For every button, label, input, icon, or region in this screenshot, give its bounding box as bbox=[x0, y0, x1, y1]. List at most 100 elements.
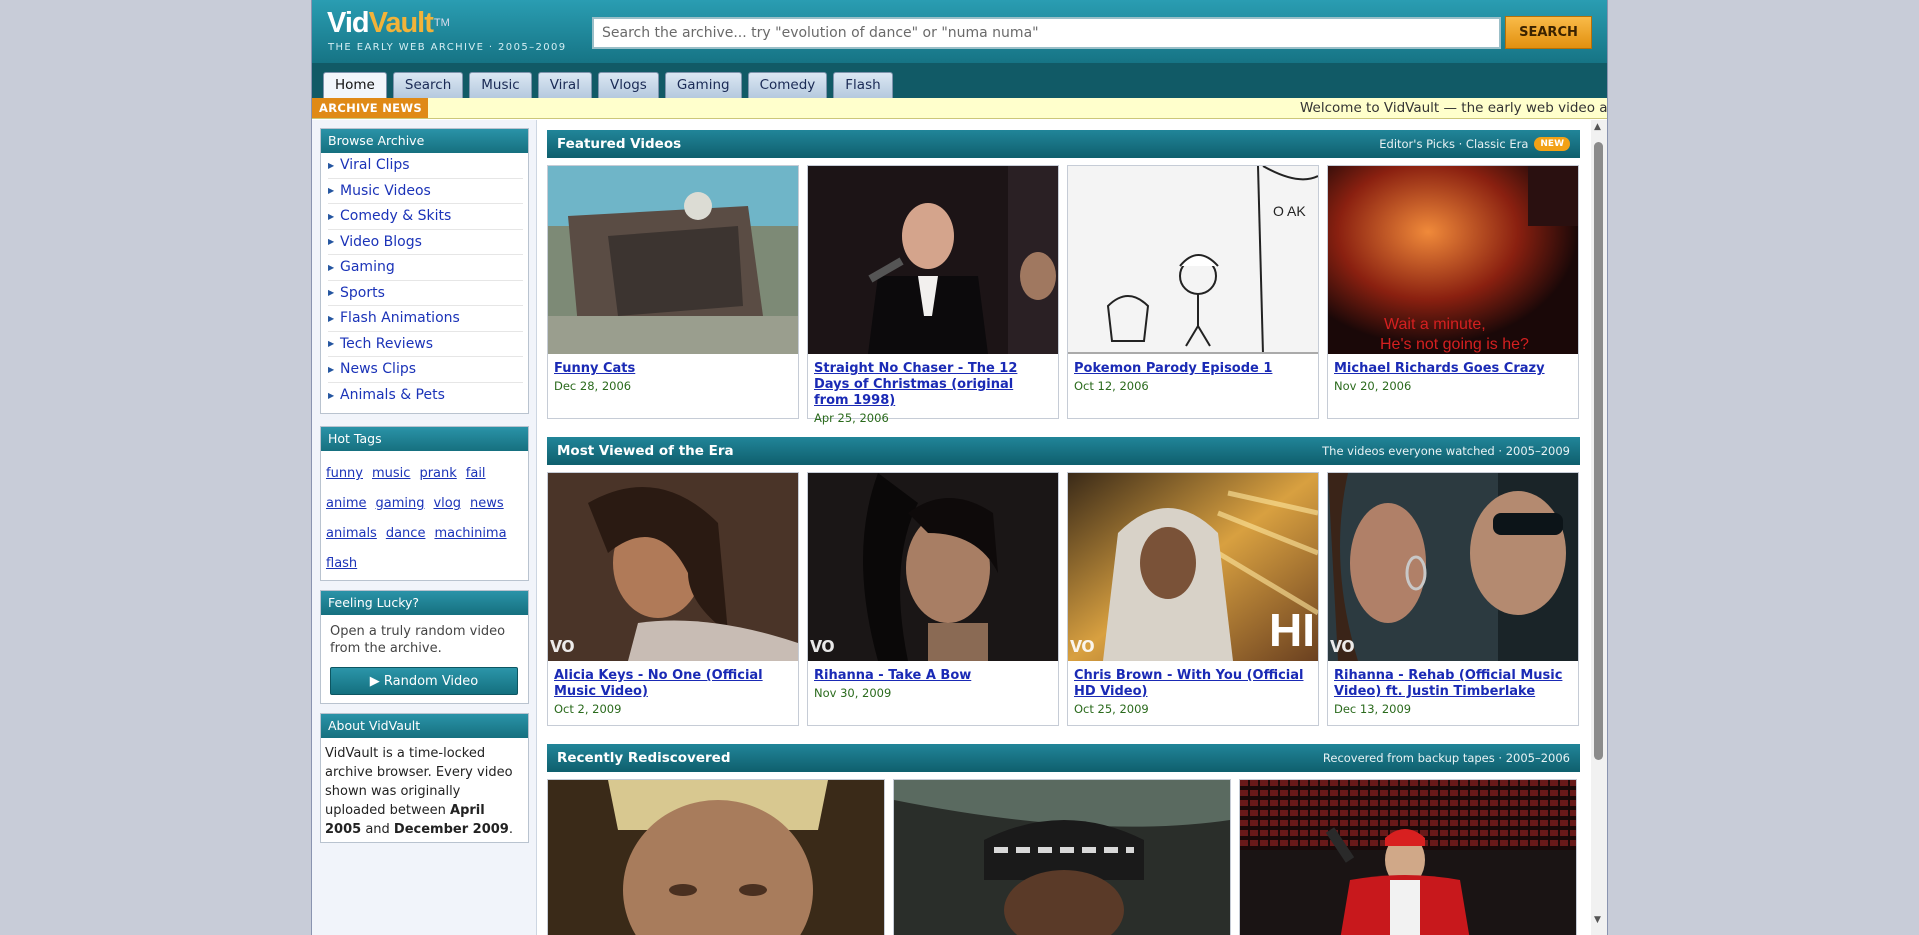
tag-link[interactable]: machinima bbox=[434, 519, 506, 549]
video-card[interactable]: O AK Pokemon Parody Episode 1 Oct 12, 20… bbox=[1067, 165, 1319, 419]
tag-link[interactable]: gaming bbox=[375, 489, 424, 519]
main-scrollbar[interactable]: ▲ ▼ bbox=[1591, 120, 1607, 935]
video-card[interactable] bbox=[893, 779, 1231, 935]
arrow-right-icon: ▶ bbox=[328, 160, 335, 170]
video-card[interactable]: Straight No Chaser - The 12 Days of Chri… bbox=[807, 165, 1059, 425]
tab-music[interactable]: Music bbox=[469, 72, 532, 98]
tag-link[interactable]: music bbox=[372, 459, 410, 489]
tag-link[interactable]: vlog bbox=[433, 489, 461, 519]
search-button[interactable]: SEARCH bbox=[1505, 16, 1592, 49]
browse-link[interactable]: Sports bbox=[340, 285, 385, 301]
video-thumbnail[interactable]: vo bbox=[548, 473, 798, 661]
tab-search[interactable]: Search bbox=[392, 72, 464, 98]
thumb-image bbox=[808, 166, 1058, 354]
video-thumbnail[interactable] bbox=[548, 166, 798, 354]
arrow-right-icon: ▶ bbox=[328, 211, 335, 221]
video-title-link[interactable]: Rihanna - Take A Bow bbox=[808, 661, 1058, 684]
tab-viral[interactable]: Viral bbox=[537, 72, 592, 98]
browse-link[interactable]: Animals & Pets bbox=[340, 387, 445, 403]
hot-tags-title: Hot Tags bbox=[321, 427, 528, 451]
tag-link[interactable]: fail bbox=[466, 459, 486, 489]
video-card[interactable]: Funny Cats Dec 28, 2006 bbox=[547, 165, 799, 419]
about-text: VidVault is a time-locked archive browse… bbox=[321, 738, 528, 839]
video-title-link[interactable]: Rihanna - Rehab (Official Music Video) f… bbox=[1328, 661, 1578, 700]
arrow-right-icon: ▶ bbox=[328, 186, 335, 196]
tab-gaming[interactable]: Gaming bbox=[664, 72, 742, 98]
browse-item-music-videos: ▶ Music Videos bbox=[328, 179, 523, 204]
about-end-date: December 2009 bbox=[393, 822, 509, 837]
browse-archive-box: Browse Archive ▶ Viral Clips ▶ Music Video… bbox=[320, 128, 529, 414]
video-thumbnail[interactable]: O AK bbox=[1068, 166, 1318, 354]
video-card[interactable]: vo Alicia Keys - No One (Official Music … bbox=[547, 472, 799, 726]
tag-list: funny music prank fail anime gaming vlog… bbox=[321, 451, 528, 579]
most-viewed-subtitle: The videos everyone watched · 2005–2009 bbox=[1322, 444, 1570, 458]
tag-link[interactable]: animals bbox=[326, 519, 377, 549]
site-logo[interactable]: VidVaultTM bbox=[327, 8, 450, 38]
video-date: Oct 12, 2006 bbox=[1074, 379, 1149, 393]
video-title-link[interactable]: Chris Brown - With You (Official HD Vide… bbox=[1068, 661, 1318, 700]
video-title-link[interactable]: Michael Richards Goes Crazy bbox=[1328, 354, 1578, 377]
random-video-button[interactable]: ▶ Random Video bbox=[330, 667, 518, 695]
tag-link[interactable]: dance bbox=[386, 519, 426, 549]
tab-vlogs[interactable]: Vlogs bbox=[597, 72, 659, 98]
browse-link[interactable]: Video Blogs bbox=[340, 234, 422, 250]
browse-link[interactable]: Flash Animations bbox=[340, 310, 460, 326]
scrollbar-thumb[interactable] bbox=[1594, 142, 1603, 760]
video-date: Dec 13, 2009 bbox=[1334, 702, 1412, 716]
browse-link[interactable]: Music Videos bbox=[340, 183, 431, 199]
arrow-right-icon: ▶ bbox=[328, 390, 335, 400]
browse-item-news: ▶ News Clips bbox=[328, 357, 523, 383]
site-header: VidVaultTM THE EARLY WEB ARCHIVE · 2005–… bbox=[312, 0, 1607, 63]
video-thumbnail[interactable] bbox=[894, 780, 1230, 935]
video-title-link[interactable]: Alicia Keys - No One (Official Music Vid… bbox=[548, 661, 798, 700]
browse-item-viral-clips: ▶ Viral Clips bbox=[328, 153, 523, 179]
video-thumbnail[interactable]: vo HI bbox=[1068, 473, 1318, 661]
feeling-lucky-box: Feeling Lucky? Open a truly random video… bbox=[320, 590, 529, 704]
browse-item-sports: ▶ Sports bbox=[328, 281, 523, 306]
video-card[interactable]: vo Rihanna - Take A Bow Nov 30, 2009 bbox=[807, 472, 1059, 726]
video-date: Oct 25, 2009 bbox=[1074, 702, 1149, 716]
video-card[interactable] bbox=[1239, 779, 1577, 935]
page: VidVaultTM THE EARLY WEB ARCHIVE · 2005–… bbox=[311, 0, 1608, 935]
video-thumbnail[interactable]: vo bbox=[808, 473, 1058, 661]
thumb-image bbox=[548, 780, 884, 935]
tag-link[interactable]: news bbox=[470, 489, 504, 519]
video-card[interactable]: vo HI Chris Brown - With You (Official H… bbox=[1067, 472, 1319, 726]
logo-vid: Vid bbox=[327, 7, 370, 39]
browse-item-comedy: ▶ Comedy & Skits bbox=[328, 204, 523, 230]
logo-tm: TM bbox=[433, 17, 450, 29]
video-thumbnail[interactable] bbox=[808, 166, 1058, 354]
tag-link[interactable]: funny bbox=[326, 459, 363, 489]
tab-comedy[interactable]: Comedy bbox=[747, 72, 828, 98]
video-card[interactable] bbox=[547, 779, 885, 935]
browse-link[interactable]: Tech Reviews bbox=[340, 336, 433, 352]
video-card[interactable]: Wait a minute, He's not going is he? Mic… bbox=[1327, 165, 1579, 419]
thumb-caption: Wait a minute, bbox=[1384, 316, 1486, 333]
browse-archive-title: Browse Archive bbox=[321, 129, 528, 153]
scroll-up-arrow-icon[interactable]: ▲ bbox=[1594, 122, 1601, 132]
video-date: Dec 28, 2006 bbox=[554, 379, 632, 393]
browse-link[interactable]: Comedy & Skits bbox=[340, 208, 451, 224]
video-thumbnail[interactable]: Wait a minute, He's not going is he? bbox=[1328, 166, 1578, 354]
video-thumbnail[interactable] bbox=[1240, 780, 1576, 935]
browse-link[interactable]: Gaming bbox=[340, 259, 395, 275]
tab-home[interactable]: Home bbox=[323, 72, 387, 99]
search-input[interactable] bbox=[592, 17, 1501, 49]
video-thumbnail[interactable] bbox=[548, 780, 884, 935]
video-title-link[interactable]: Funny Cats bbox=[548, 354, 798, 377]
tab-flash[interactable]: Flash bbox=[833, 72, 893, 98]
about-text-part: and bbox=[361, 822, 394, 837]
vevo-watermark: vo bbox=[1330, 632, 1355, 657]
video-thumbnail[interactable]: vo bbox=[1328, 473, 1578, 661]
tag-link[interactable]: flash bbox=[326, 549, 357, 579]
featured-subtitle: Editor's Picks · Classic Era bbox=[1379, 137, 1529, 151]
scroll-down-arrow-icon[interactable]: ▼ bbox=[1594, 915, 1601, 925]
browse-link[interactable]: Viral Clips bbox=[340, 157, 410, 173]
tag-link[interactable]: prank bbox=[419, 459, 456, 489]
video-title-link[interactable]: Pokemon Parody Episode 1 bbox=[1068, 354, 1318, 377]
thumb-image: O AK bbox=[1068, 166, 1318, 354]
video-title-link[interactable]: Straight No Chaser - The 12 Days of Chri… bbox=[808, 354, 1058, 409]
browse-link[interactable]: News Clips bbox=[340, 361, 416, 377]
tag-link[interactable]: anime bbox=[326, 489, 366, 519]
video-card[interactable]: vo Rihanna - Rehab (Official Music Video… bbox=[1327, 472, 1579, 726]
